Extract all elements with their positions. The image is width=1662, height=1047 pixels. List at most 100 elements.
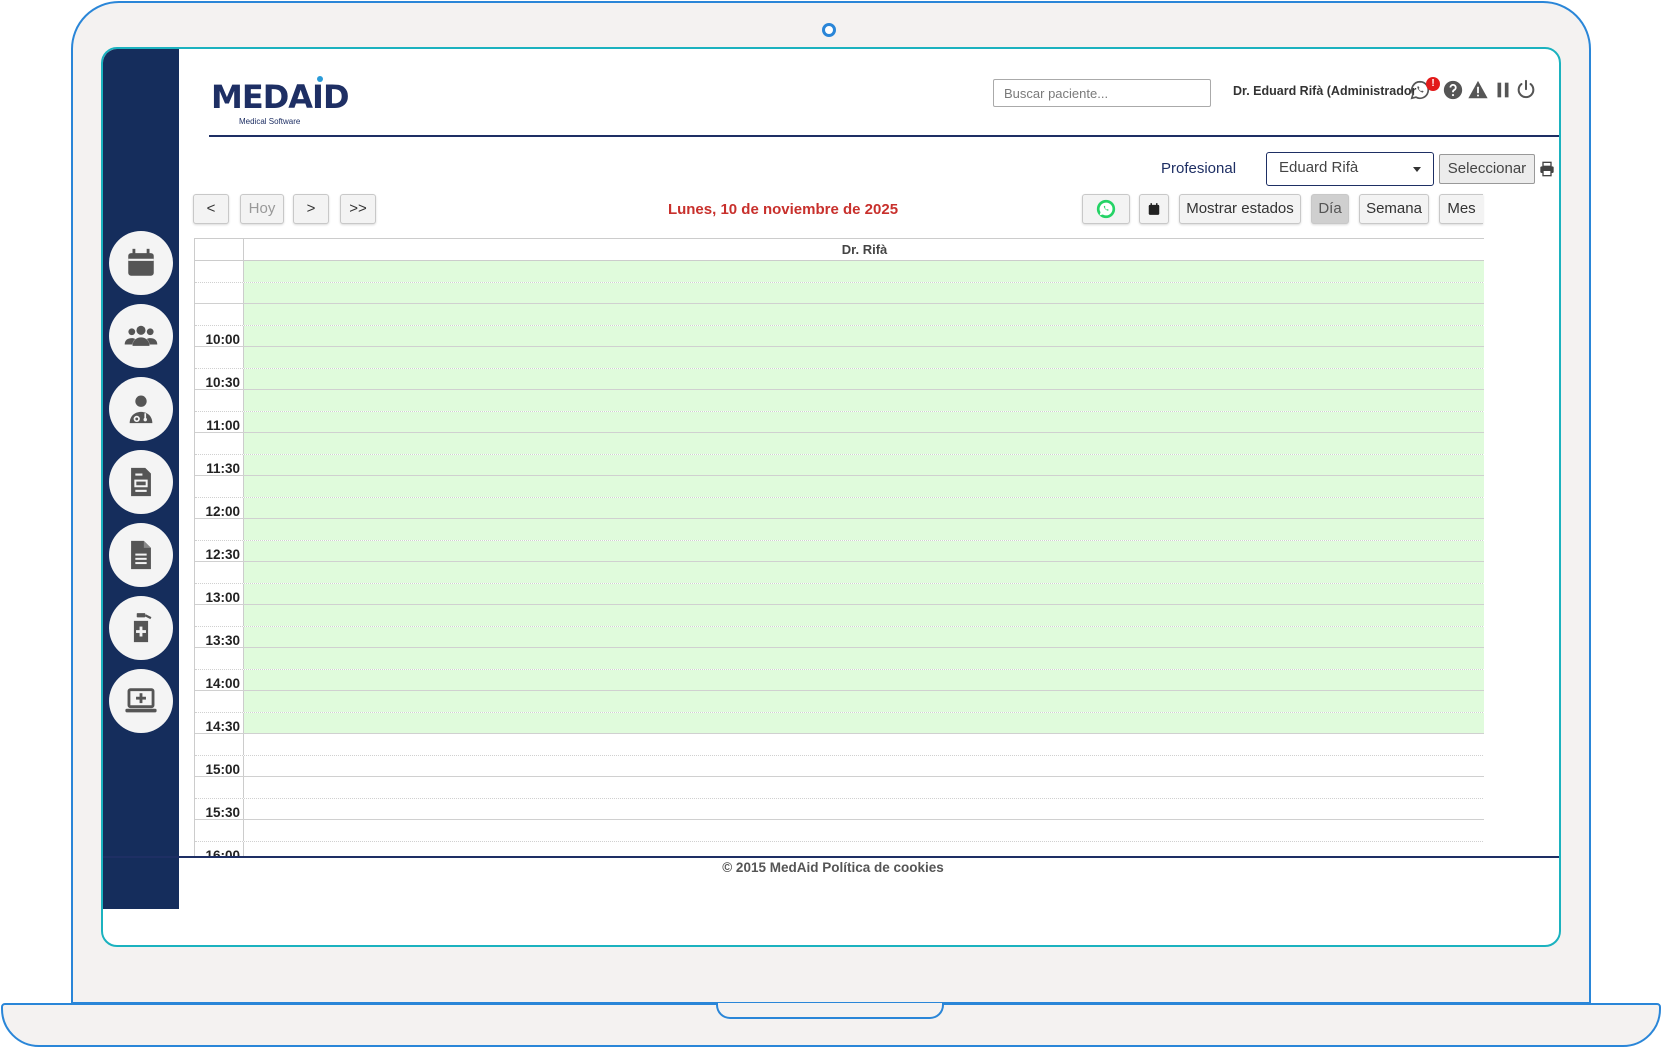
fast-forward-button[interactable]: >> bbox=[340, 194, 376, 224]
nav-telemedicine-button[interactable] bbox=[109, 669, 173, 733]
time-slot[interactable] bbox=[195, 583, 1484, 605]
available-slot-cell[interactable] bbox=[244, 476, 1484, 497]
time-slot[interactable] bbox=[195, 519, 1484, 541]
nav-document-button[interactable] bbox=[109, 523, 173, 587]
available-slot-cell[interactable] bbox=[244, 519, 1484, 540]
available-slot-cell[interactable] bbox=[244, 691, 1484, 712]
calendar-picker-button[interactable] bbox=[1139, 194, 1169, 224]
time-slot[interactable] bbox=[195, 411, 1484, 433]
time-slot[interactable] bbox=[195, 798, 1484, 820]
notification-badge: ! bbox=[1426, 77, 1440, 91]
time-label: 12:00 bbox=[205, 504, 240, 519]
slot-gutter bbox=[195, 476, 244, 497]
medaid-logo[interactable]: MEDAID Medical Software bbox=[211, 76, 351, 129]
available-slot-cell[interactable] bbox=[244, 454, 1484, 475]
patient-search-input[interactable] bbox=[993, 79, 1211, 107]
slot-cell[interactable] bbox=[244, 799, 1484, 820]
time-slot[interactable] bbox=[195, 777, 1484, 799]
available-slot-cell[interactable] bbox=[244, 669, 1484, 690]
available-slot-cell[interactable] bbox=[244, 368, 1484, 389]
calendar-picker-icon bbox=[1148, 203, 1160, 215]
time-slot[interactable] bbox=[195, 626, 1484, 648]
time-slot[interactable] bbox=[195, 712, 1484, 734]
available-slot-cell[interactable] bbox=[244, 411, 1484, 432]
camera-icon bbox=[822, 23, 836, 37]
time-slot[interactable] bbox=[195, 497, 1484, 519]
time-slot[interactable] bbox=[195, 648, 1484, 670]
slot-cell[interactable] bbox=[244, 820, 1484, 841]
today-button[interactable]: Hoy bbox=[240, 194, 284, 224]
time-slot[interactable] bbox=[195, 562, 1484, 584]
time-label: 13:00 bbox=[205, 590, 240, 605]
available-slot-cell[interactable] bbox=[244, 261, 1484, 282]
available-slot-cell[interactable] bbox=[244, 497, 1484, 518]
time-slot[interactable] bbox=[195, 368, 1484, 390]
available-slot-cell[interactable] bbox=[244, 325, 1484, 346]
day-view-button[interactable]: Día bbox=[1311, 194, 1349, 224]
available-slot-cell[interactable] bbox=[244, 605, 1484, 626]
time-slot[interactable] bbox=[195, 282, 1484, 304]
day-calendar: Dr. Rifà 10:00 10:30 11:00 11:30 12:00 12:30 1… bbox=[194, 238, 1484, 858]
available-slot-cell[interactable] bbox=[244, 390, 1484, 411]
nav-calendar-button[interactable] bbox=[109, 231, 173, 295]
previous-button[interactable]: < bbox=[193, 194, 229, 224]
slot-cell[interactable] bbox=[244, 756, 1484, 777]
slot-gutter bbox=[195, 347, 244, 368]
nav-medication-button[interactable] bbox=[109, 596, 173, 660]
power-icon[interactable] bbox=[1515, 79, 1537, 101]
print-icon[interactable] bbox=[1539, 161, 1555, 177]
time-label: 11:00 bbox=[206, 418, 240, 433]
slot-cell[interactable] bbox=[244, 777, 1484, 798]
available-slot-cell[interactable] bbox=[244, 433, 1484, 454]
time-slot[interactable] bbox=[195, 390, 1484, 412]
time-slot[interactable] bbox=[195, 325, 1484, 347]
available-slot-cell[interactable] bbox=[244, 583, 1484, 604]
next-button[interactable]: > bbox=[293, 194, 329, 224]
nav-patients-button[interactable] bbox=[109, 304, 173, 368]
time-slot[interactable] bbox=[195, 347, 1484, 369]
time-slot[interactable] bbox=[195, 261, 1484, 283]
time-slot[interactable] bbox=[195, 755, 1484, 777]
time-slot[interactable] bbox=[195, 820, 1484, 842]
select-button[interactable]: Seleccionar bbox=[1439, 154, 1535, 184]
user-name[interactable]: Dr. Eduard Rifà (Administrador bbox=[1233, 84, 1416, 98]
time-slot[interactable] bbox=[195, 605, 1484, 627]
slot-cell[interactable] bbox=[244, 734, 1484, 755]
time-label: 10:00 bbox=[205, 332, 240, 347]
time-slot[interactable] bbox=[195, 433, 1484, 455]
available-slot-cell[interactable] bbox=[244, 562, 1484, 583]
time-slot[interactable] bbox=[195, 691, 1484, 713]
show-states-button[interactable]: Mostrar estados bbox=[1179, 194, 1301, 224]
time-slot[interactable] bbox=[195, 454, 1484, 476]
time-label: 12:30 bbox=[205, 547, 240, 562]
nav-invoice-button[interactable] bbox=[109, 450, 173, 514]
available-slot-cell[interactable] bbox=[244, 304, 1484, 325]
available-slot-cell[interactable] bbox=[244, 540, 1484, 561]
time-slot[interactable] bbox=[195, 476, 1484, 498]
available-slot-cell[interactable] bbox=[244, 648, 1484, 669]
help-icon[interactable] bbox=[1442, 79, 1464, 101]
slot-gutter bbox=[195, 820, 244, 841]
footer-copyright[interactable]: © 2015 MedAid Política de cookies bbox=[103, 860, 1559, 875]
available-slot-cell[interactable] bbox=[244, 282, 1484, 303]
pause-icon[interactable] bbox=[1492, 79, 1514, 101]
time-slot[interactable] bbox=[195, 540, 1484, 562]
month-view-button[interactable]: Mes bbox=[1439, 194, 1483, 224]
time-slot[interactable] bbox=[195, 669, 1484, 691]
time-label: 14:30 bbox=[205, 719, 240, 734]
warning-icon[interactable] bbox=[1467, 79, 1489, 101]
nav-doctor-button[interactable] bbox=[109, 377, 173, 441]
time-label: 13:30 bbox=[205, 633, 240, 648]
slot-gutter bbox=[195, 390, 244, 411]
available-slot-cell[interactable] bbox=[244, 626, 1484, 647]
time-slot[interactable] bbox=[195, 734, 1484, 756]
time-label: 11:30 bbox=[206, 461, 240, 476]
available-slot-cell[interactable] bbox=[244, 712, 1484, 733]
available-slot-cell[interactable] bbox=[244, 347, 1484, 368]
time-slot[interactable] bbox=[195, 304, 1484, 326]
week-view-button[interactable]: Semana bbox=[1359, 194, 1429, 224]
slot-gutter bbox=[195, 519, 244, 540]
professional-select[interactable]: Eduard Rifà bbox=[1266, 152, 1434, 186]
whatsapp-button[interactable] bbox=[1082, 194, 1130, 224]
slot-gutter bbox=[195, 562, 244, 583]
